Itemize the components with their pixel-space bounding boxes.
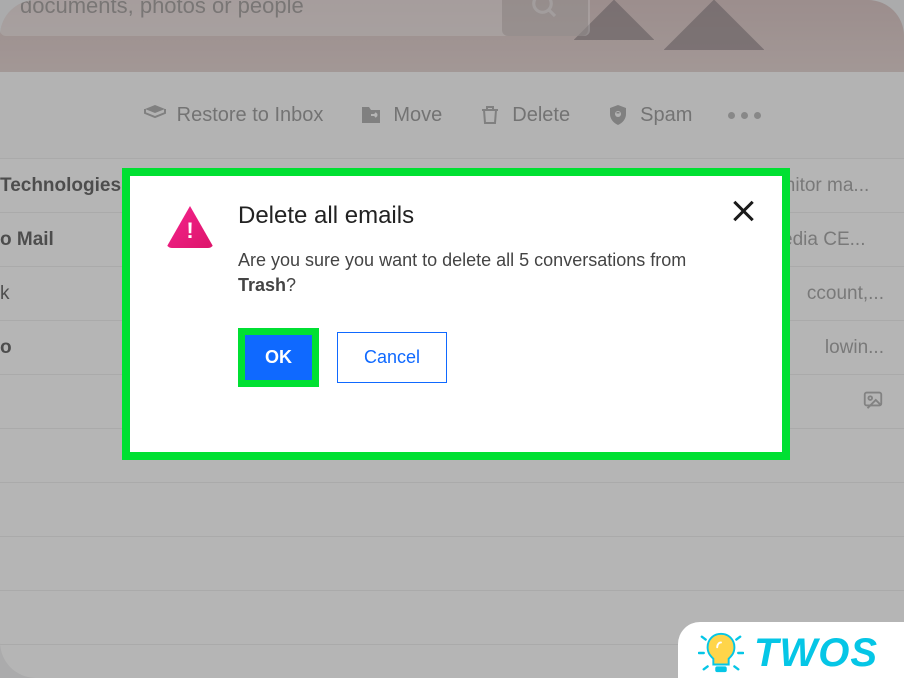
watermark-text: TWOS [754, 631, 878, 676]
warning-icon [166, 206, 214, 248]
dialog-highlight: Delete all emails Are you sure you want … [122, 168, 790, 460]
dialog-buttons: OK Cancel [238, 328, 746, 387]
ok-highlight: OK [238, 328, 319, 387]
watermark: TWOS [678, 622, 904, 678]
dialog-title: Delete all emails [238, 202, 746, 230]
cancel-button[interactable]: Cancel [337, 332, 447, 383]
delete-all-dialog: Delete all emails Are you sure you want … [130, 176, 782, 452]
close-button[interactable] [730, 198, 756, 224]
lightbulb-icon [698, 630, 744, 676]
dialog-text: Are you sure you want to delete all 5 co… [238, 248, 746, 298]
ok-button[interactable]: OK [245, 335, 312, 380]
